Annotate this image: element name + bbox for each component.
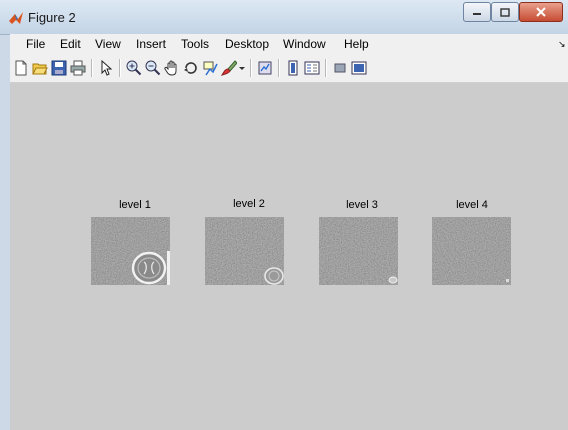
menu-bar: File Edit View Insert Tools Desktop Wind… (10, 34, 568, 54)
menu-window[interactable]: Window (283, 37, 326, 51)
toolbar-separator (119, 59, 121, 77)
save-icon[interactable] (51, 60, 67, 76)
menu-insert[interactable]: Insert (136, 37, 166, 51)
window-title: Figure 2 (28, 10, 76, 25)
panel-title-level-1: level 1 (119, 199, 151, 211)
show-plot-tools-icon[interactable] (351, 60, 367, 76)
matlab-logo-icon (9, 12, 23, 24)
panel-title-level-3: level 3 (346, 199, 378, 211)
print-icon[interactable] (70, 60, 86, 76)
menu-edit[interactable]: Edit (60, 37, 81, 51)
image-level-1[interactable] (91, 217, 170, 285)
menu-desktop[interactable]: Desktop (225, 37, 269, 51)
data-cursor-icon[interactable] (202, 60, 218, 76)
link-plot-icon[interactable] (257, 60, 273, 76)
figure-canvas[interactable]: level 1 level 2 level 3 level 4 (10, 83, 568, 430)
edit-plot-arrow-icon[interactable] (98, 60, 114, 76)
toolbar-separator (250, 59, 252, 77)
insert-colorbar-icon[interactable] (285, 60, 301, 76)
close-button[interactable] (519, 2, 563, 22)
brush-icon[interactable] (221, 60, 237, 76)
zoom-in-icon[interactable] (126, 60, 142, 76)
zoom-out-icon[interactable] (145, 60, 161, 76)
image-level-4[interactable] (432, 217, 511, 285)
rotate-3d-icon[interactable] (183, 60, 199, 76)
brush-dropdown-icon[interactable] (238, 60, 246, 76)
new-figure-icon[interactable] (13, 60, 29, 76)
menu-help[interactable]: Help (344, 37, 369, 51)
close-icon (536, 7, 546, 17)
pan-hand-icon[interactable] (164, 60, 180, 76)
toolbar-separator (325, 59, 327, 77)
figure-window: Figure 2 File Edit View Insert Tools Des… (0, 0, 568, 430)
panel-title-level-2: level 2 (233, 198, 265, 210)
insert-legend-icon[interactable] (304, 60, 320, 76)
toolbar-separator (278, 59, 280, 77)
toolbar-separator (91, 59, 93, 77)
open-file-icon[interactable] (32, 60, 48, 76)
menu-file[interactable]: File (26, 37, 45, 51)
maximize-icon (500, 7, 510, 17)
minimize-icon (473, 13, 481, 15)
panel-title-level-4: level 4 (456, 199, 488, 211)
title-bar[interactable]: Figure 2 (0, 0, 568, 35)
image-level-2[interactable] (205, 217, 284, 285)
maximize-button[interactable] (491, 2, 519, 22)
menu-tools[interactable]: Tools (181, 37, 209, 51)
hide-plot-tools-icon[interactable] (332, 60, 348, 76)
image-level-3[interactable] (319, 217, 398, 285)
menu-view[interactable]: View (95, 37, 121, 51)
figure-toolbar (10, 54, 568, 83)
dock-arrow-icon[interactable]: ↘ (558, 39, 566, 50)
minimize-button[interactable] (463, 2, 491, 22)
